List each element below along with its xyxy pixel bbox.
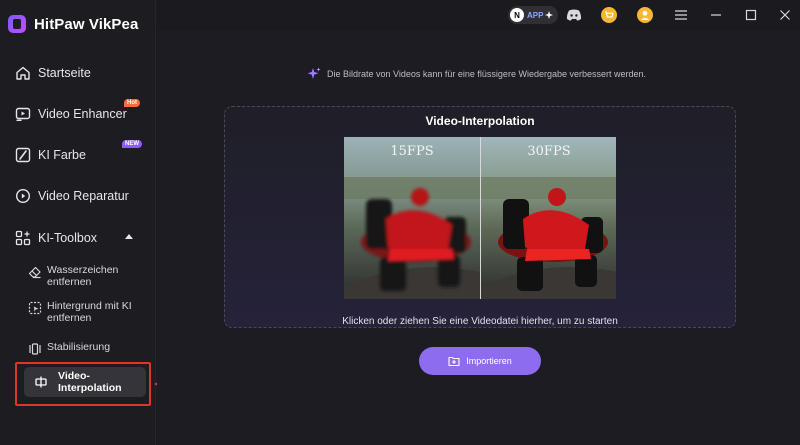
sparkle-icon (545, 11, 554, 19)
brand: HitPaw VikPea (8, 15, 138, 33)
app-label: APP (527, 10, 544, 20)
app-name: HitPaw VikPea (34, 15, 139, 33)
hot-badge: Hot (124, 99, 140, 107)
sidebar-subitem-label: Stabilisierung (47, 341, 111, 353)
eraser-icon (28, 265, 42, 279)
import-button[interactable]: Importieren (419, 347, 541, 375)
sparkle-icon (307, 67, 321, 81)
preview-frame-30fps: 30FPS (480, 137, 616, 299)
stabilize-icon (28, 342, 42, 356)
main-content: Die Bildrate von Videos kann für eine fl… (157, 30, 800, 445)
repair-icon (14, 187, 32, 205)
sidebar-subitem-hintergrund[interactable]: Hintergrund mit KI entfernen (28, 300, 150, 324)
fps-comparison-preview: 15FPS 30FPS (344, 137, 616, 299)
menu-icon[interactable] (673, 7, 689, 23)
sidebar-item-label: KI-Toolbox (38, 231, 98, 245)
race-car-image: 15FPS (344, 137, 480, 299)
minimize-icon[interactable] (708, 7, 724, 23)
fps-label-left: 15FPS (390, 144, 433, 159)
sidebar: HitPaw VikPea Startseite Video Enhancer … (0, 0, 156, 445)
sidebar-item-video-enhancer[interactable]: Video Enhancer Hot (0, 99, 156, 127)
new-badge: NEW (122, 140, 142, 148)
drop-zone[interactable]: Video-Interpolation 15FPS 30FPS Klicken … (224, 106, 736, 328)
sidebar-subitem-stabilisierung[interactable]: Stabilisierung (28, 341, 150, 356)
sidebar-subitem-wasserzeichen[interactable]: Wasserzeichen entfernen (28, 264, 150, 288)
sidebar-item-label: Video Reparatur (38, 189, 129, 203)
home-icon (14, 64, 32, 82)
hint-text: Die Bildrate von Videos kann für eine fl… (327, 69, 647, 79)
import-button-label: Importieren (466, 356, 512, 366)
highlight-box (15, 362, 151, 406)
fps-label-right: 30FPS (527, 144, 570, 159)
app-letter-icon: N (510, 8, 524, 22)
sidebar-item-label: Startseite (38, 66, 91, 80)
hint-row: Die Bildrate von Videos kann für eine fl… (307, 67, 646, 81)
app-logo-icon (8, 15, 26, 33)
discord-icon[interactable] (566, 7, 582, 23)
sidebar-subitem-label: Hintergrund mit KI entfernen (47, 300, 132, 324)
preview-frame-15fps: 15FPS (344, 137, 480, 299)
drop-zone-title: Video-Interpolation (425, 114, 535, 128)
sidebar-item-label: Video Enhancer (38, 107, 127, 121)
race-car-image: 30FPS (481, 137, 616, 299)
close-icon[interactable] (777, 7, 793, 23)
toolbox-icon (14, 229, 32, 247)
import-folder-icon (448, 355, 460, 367)
app-download-button[interactable]: N APP (508, 6, 559, 24)
drop-zone-instruction: Klicken oder ziehen Sie eine Videodatei … (342, 316, 618, 327)
cart-icon[interactable] (601, 7, 617, 23)
user-avatar-icon[interactable] (637, 7, 653, 23)
sidebar-item-video-reparatur[interactable]: Video Reparatur (0, 183, 156, 209)
sidebar-item-label: KI Farbe (38, 148, 86, 162)
sidebar-item-home[interactable]: Startseite (0, 60, 156, 86)
sidebar-item-ki-toolbox[interactable]: KI-Toolbox (0, 225, 156, 251)
topbar: N APP (156, 0, 800, 30)
background-remove-icon (28, 301, 42, 315)
sidebar-subitem-label: Wasserzeichen entfernen (47, 264, 119, 288)
sidebar-item-ki-farbe[interactable]: KI Farbe NEW (0, 140, 156, 168)
maximize-icon[interactable] (743, 7, 759, 23)
chevron-up-icon[interactable] (125, 234, 133, 239)
video-enhancer-icon (14, 105, 32, 123)
color-brush-icon (14, 146, 32, 164)
